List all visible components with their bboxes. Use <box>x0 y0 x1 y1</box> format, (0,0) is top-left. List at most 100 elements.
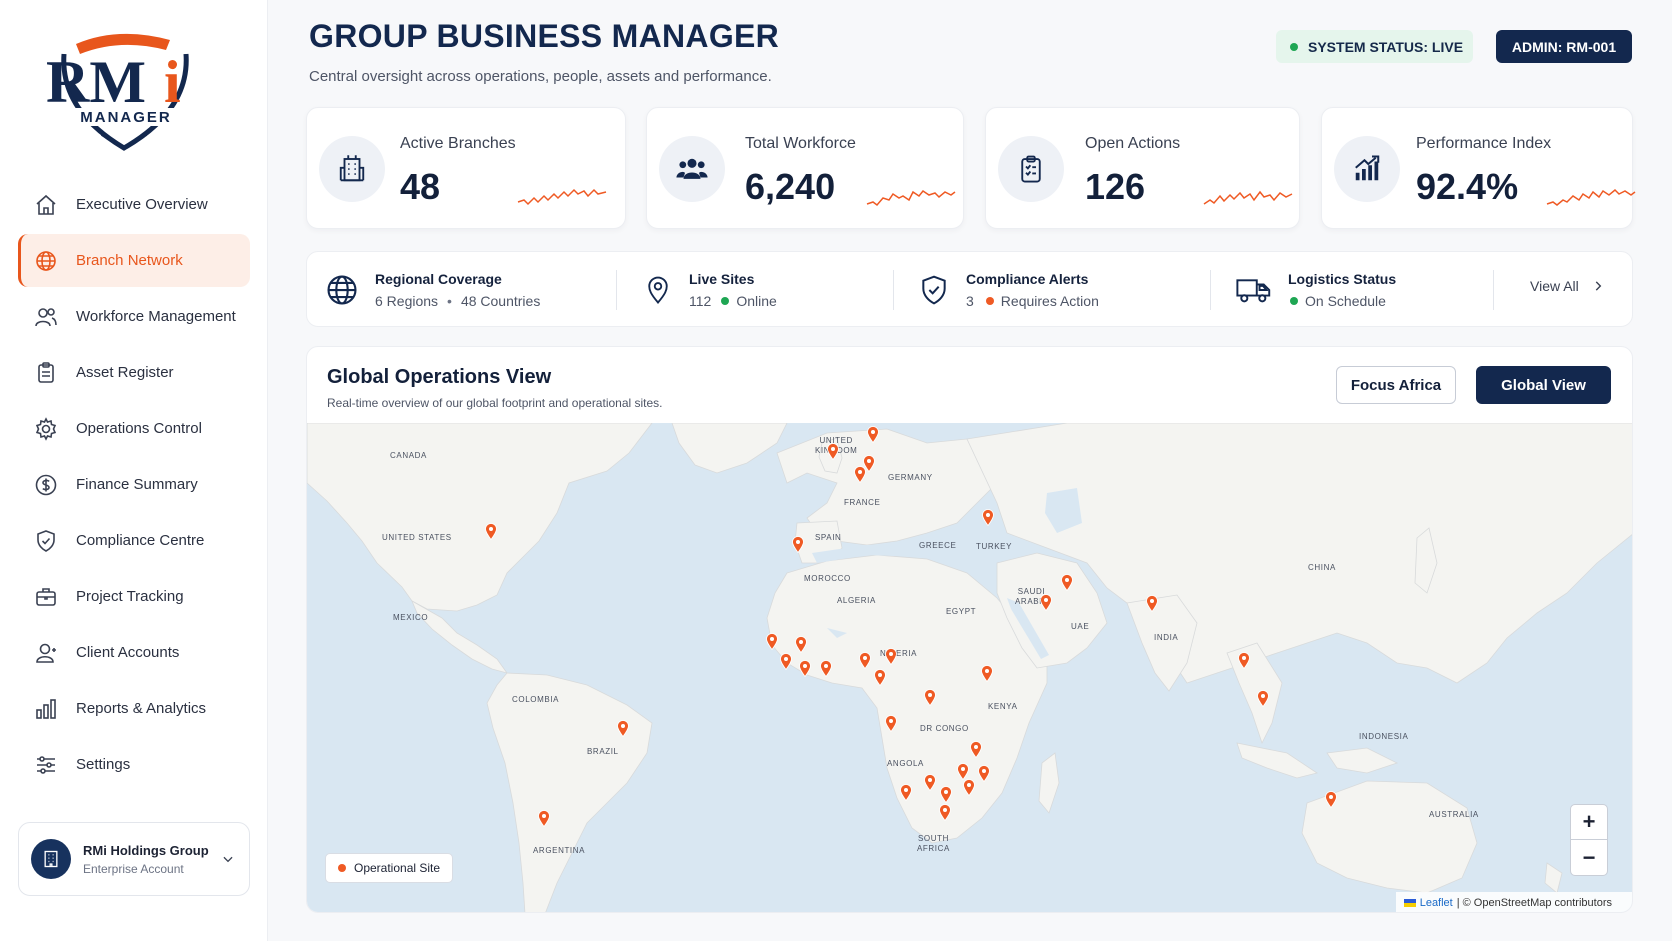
kpi-icon-wrap <box>319 136 385 202</box>
sparkline <box>517 188 607 206</box>
regional-coverage[interactable]: Regional Coverage 6 Regions • 48 Countri… <box>325 252 540 328</box>
account-switcher[interactable]: RMi Holdings Group Enterprise Account <box>18 822 250 896</box>
operational-site-pin-icon[interactable] <box>939 804 951 821</box>
operational-site-pin-icon[interactable] <box>1325 791 1337 808</box>
view-all-link[interactable]: View All <box>1530 278 1605 294</box>
sidebar-item-settings[interactable]: Settings <box>18 738 250 791</box>
sidebar-item-client-accounts[interactable]: Client Accounts <box>18 626 250 679</box>
global-view-button[interactable]: Global View <box>1476 366 1611 404</box>
sidebar-item-workforce-management[interactable]: Workforce Management <box>18 290 250 343</box>
zoom-out-button[interactable]: − <box>1571 840 1607 875</box>
operational-site-pin-icon[interactable] <box>924 689 936 706</box>
sidebar-item-operations-control[interactable]: Operations Control <box>18 402 250 455</box>
operational-site-pin-icon[interactable] <box>867 426 879 443</box>
kpi-card-performance-index[interactable]: Performance Index 92.4% <box>1321 107 1636 229</box>
sidebar-item-reports-analytics[interactable]: Reports & Analytics <box>18 682 250 735</box>
operational-site-pin-icon[interactable] <box>854 466 866 483</box>
operational-site-pin-icon[interactable] <box>963 779 975 796</box>
operational-site-pin-icon[interactable] <box>792 536 804 553</box>
shield-check-icon <box>922 275 946 305</box>
zoom-in-button[interactable]: + <box>1571 805 1607 840</box>
focus-africa-button[interactable]: Focus Africa <box>1336 366 1456 404</box>
operational-site-pin-icon[interactable] <box>981 665 993 682</box>
compliance-alerts[interactable]: Compliance Alerts 3 Requires Action <box>918 252 1099 328</box>
world-map[interactable]: CANADA UNITED STATES MEXICO COLOMBIA BRA… <box>307 423 1632 912</box>
operational-site-pin-icon[interactable] <box>859 652 871 669</box>
operational-site-pin-icon[interactable] <box>1238 652 1250 669</box>
kpi-label: Active Branches <box>400 135 516 152</box>
svg-text:i: i <box>164 49 181 115</box>
operational-site-pin-icon[interactable] <box>780 653 792 670</box>
operational-site-pin-icon[interactable] <box>978 765 990 782</box>
kpi-value: 6,240 <box>745 166 836 207</box>
operational-site-pin-icon[interactable] <box>820 660 832 677</box>
compliance-alerts-count: 3 <box>966 293 974 309</box>
account-avatar <box>31 839 71 879</box>
kpi-card-total-workforce[interactable]: Total Workforce 6,240 <box>646 107 964 229</box>
sidebar-item-label: Finance Summary <box>76 476 198 493</box>
kpi-icon-wrap <box>1334 136 1400 202</box>
country-label: GERMANY <box>888 473 933 482</box>
leaflet-link[interactable]: Leaflet <box>1420 897 1453 909</box>
operational-site-pin-icon[interactable] <box>957 763 969 780</box>
svg-text:RM: RM <box>46 49 146 115</box>
sidebar-item-branch-network[interactable]: Branch Network <box>18 234 250 287</box>
shield-icon <box>37 529 55 552</box>
sidebar: RM i MANAGER Executive Overview Branch N… <box>0 0 268 941</box>
admin-badge[interactable]: ADMIN: RM-001 <box>1496 30 1632 63</box>
kpi-card-active-branches[interactable]: Active Branches 48 <box>306 107 626 229</box>
chevron-down-icon[interactable] <box>221 852 235 866</box>
operational-site-pin-icon[interactable] <box>827 443 839 460</box>
sidebar-item-label: Project Tracking <box>76 588 184 605</box>
country-label: AUSTRALIA <box>1429 810 1479 819</box>
sidebar-item-finance-summary[interactable]: Finance Summary <box>18 458 250 511</box>
country-label: CHINA <box>1308 563 1336 572</box>
online-dot-icon <box>721 297 730 305</box>
operational-site-pin-icon[interactable] <box>766 633 778 650</box>
operational-site-pin-icon[interactable] <box>940 786 952 803</box>
operational-site-pin-icon[interactable] <box>799 660 811 677</box>
page-title: GROUP BUSINESS MANAGER <box>309 18 780 54</box>
operational-site-pin-icon[interactable] <box>900 784 912 801</box>
operational-site-pin-icon[interactable] <box>617 720 629 737</box>
country-label: MEXICO <box>393 613 429 622</box>
operational-site-pin-icon[interactable] <box>795 636 807 653</box>
growth-chart-icon <box>1355 155 1380 181</box>
system-status-badge: SYSTEM STATUS: LIVE <box>1276 30 1473 63</box>
operational-site-pin-icon[interactable] <box>885 715 897 732</box>
clipboard-icon <box>38 361 54 383</box>
operational-site-pin-icon[interactable] <box>1061 574 1073 591</box>
sidebar-item-executive-overview[interactable]: Executive Overview <box>18 178 250 231</box>
country-label: INDIA <box>1154 633 1179 642</box>
operational-site-pin-icon[interactable] <box>924 774 936 791</box>
country-label: UNITED STATES <box>382 533 452 542</box>
operational-site-pin-icon[interactable] <box>1040 594 1052 611</box>
operational-site-pin-icon[interactable] <box>1146 595 1158 612</box>
sidebar-item-asset-register[interactable]: Asset Register <box>18 346 250 399</box>
page-subtitle: Central oversight across operations, peo… <box>309 68 772 85</box>
live-sites[interactable]: Live Sites 112 Online <box>643 252 777 328</box>
users-icon <box>35 307 57 326</box>
view-all-label: View All <box>1530 278 1579 294</box>
logistics-status-value: On Schedule <box>1305 293 1386 309</box>
logistics-status[interactable]: Logistics Status On Schedule <box>1236 252 1396 328</box>
building-icon <box>44 850 58 868</box>
operational-site-pin-icon[interactable] <box>538 810 550 827</box>
operational-site-pin-icon[interactable] <box>970 741 982 758</box>
sidebar-item-compliance-centre[interactable]: Compliance Centre <box>18 514 250 567</box>
sidebar-item-project-tracking[interactable]: Project Tracking <box>18 570 250 623</box>
on-schedule-dot-icon <box>1290 297 1298 305</box>
sidebar-item-label: Settings <box>76 756 131 773</box>
countries-count: 48 Countries <box>460 293 541 309</box>
account-name: RMi Holdings Group <box>83 842 209 858</box>
operational-site-pin-icon[interactable] <box>874 669 886 686</box>
logistics-status-title: Logistics Status <box>1288 271 1397 287</box>
operational-site-pin-icon[interactable] <box>1257 690 1269 707</box>
live-sites-count: 112 <box>689 293 712 309</box>
kpi-card-open-actions[interactable]: Open Actions 126 <box>985 107 1300 229</box>
operational-site-pin-icon[interactable] <box>885 648 897 665</box>
operational-site-pin-icon[interactable] <box>485 523 497 540</box>
rmi-manager-logo[interactable]: RM i MANAGER <box>40 22 215 162</box>
briefcase-icon <box>36 587 56 606</box>
operational-site-pin-icon[interactable] <box>982 509 994 526</box>
